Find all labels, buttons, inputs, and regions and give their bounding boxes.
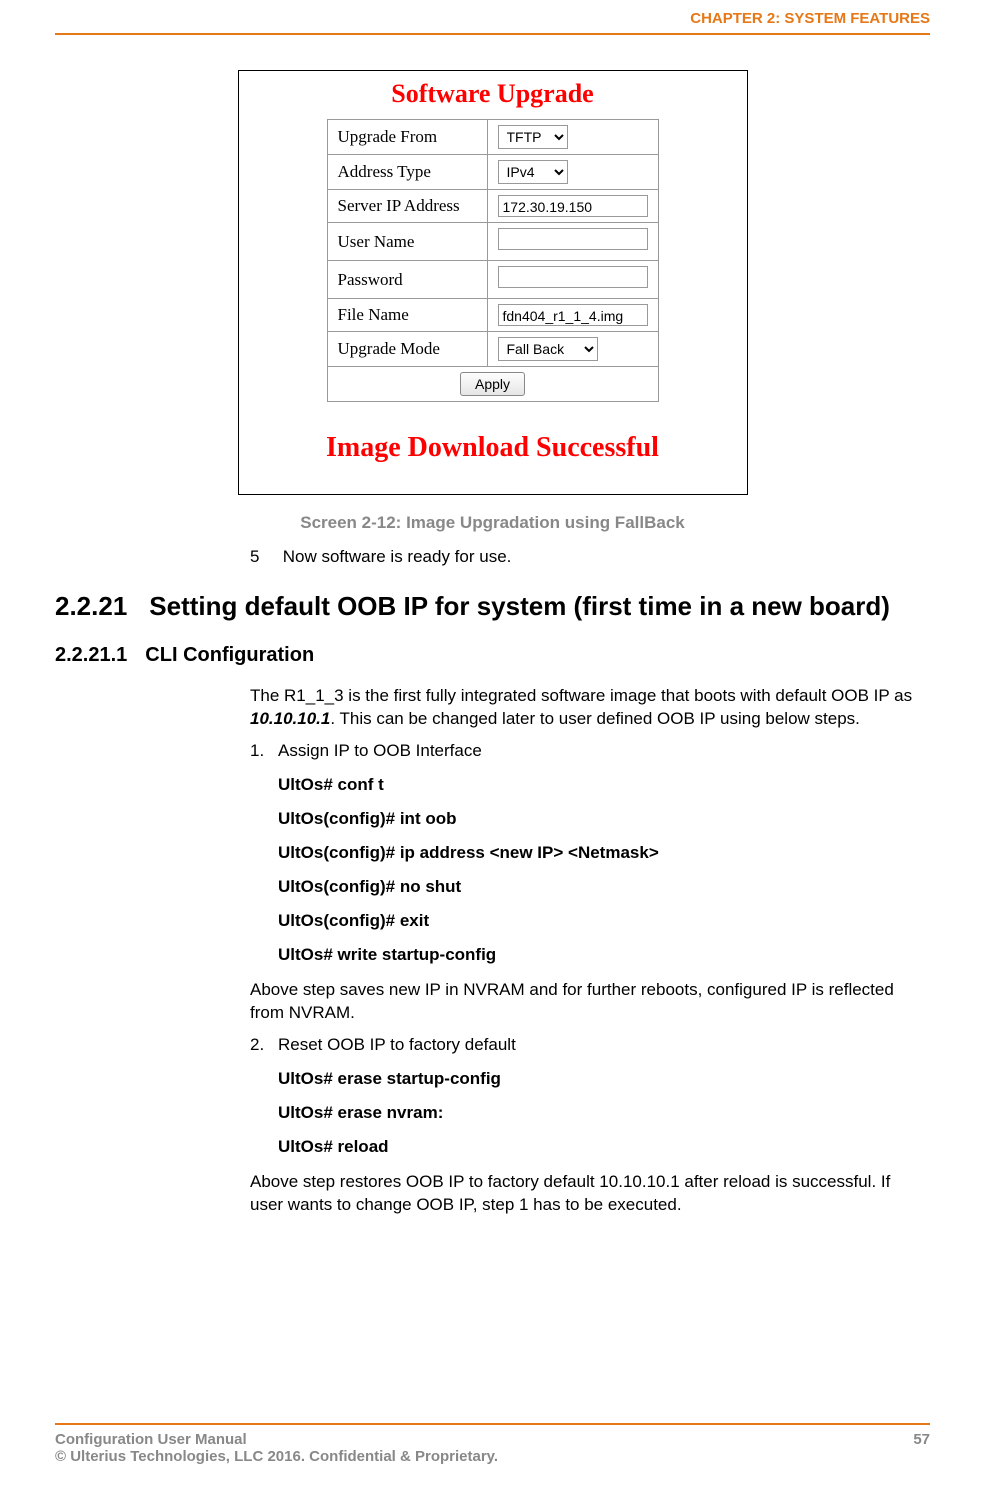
select-address-type[interactable]: IPv4 <box>498 160 568 184</box>
software-upgrade-title: Software Upgrade <box>239 71 747 119</box>
page-footer: Configuration User Manual 57 © Ulterius … <box>55 1423 930 1465</box>
subsection-title: CLI Configuration <box>145 644 314 666</box>
row-apply: Apply <box>327 367 658 402</box>
row-address-type: Address Type IPv4 <box>327 155 658 190</box>
cli-block-1: UltOs# conf t UltOs(config)# int oob Ult… <box>278 775 920 965</box>
footer-rule <box>55 1423 930 1425</box>
list-2-text: Reset OOB IP to factory default <box>278 1035 516 1054</box>
section-heading: 2.2.21 Setting default OOB IP for system … <box>55 591 930 622</box>
input-password[interactable] <box>498 266 648 288</box>
row-server-ip: Server IP Address 172.30.19.150 <box>327 190 658 223</box>
cli-line: UltOs(config)# ip address <new IP> <Netm… <box>278 843 920 863</box>
section-number: 2.2.21 <box>55 591 127 622</box>
input-user-name[interactable] <box>498 228 648 250</box>
label-password: Password <box>327 261 487 299</box>
list-1-number: 1. <box>250 741 278 761</box>
label-upgrade-from: Upgrade From <box>327 120 487 155</box>
row-password: Password <box>327 261 658 299</box>
apply-button[interactable]: Apply <box>460 372 525 396</box>
cli-line: UltOs# erase startup-config <box>278 1069 920 1089</box>
paragraph-restore: Above step restores OOB IP to factory de… <box>250 1171 920 1217</box>
cli-block-2: UltOs# erase startup-config UltOs# erase… <box>278 1069 920 1157</box>
cli-line: UltOs(config)# int oob <box>278 809 920 829</box>
row-upgrade-from: Upgrade From TFTP <box>327 120 658 155</box>
intro-text-b: . This can be changed later to user defi… <box>330 709 860 728</box>
upgrade-form-table: Upgrade From TFTP Address Type IPv4 Serv… <box>327 119 659 402</box>
row-upgrade-mode: Upgrade Mode Fall Back <box>327 332 658 367</box>
step-5-text: Now software is ready for use. <box>283 547 512 566</box>
intro-paragraph: The R1_1_3 is the first fully integrated… <box>250 685 920 731</box>
label-address-type: Address Type <box>327 155 487 190</box>
figure-caption: Screen 2-12: Image Upgradation using Fal… <box>55 513 930 533</box>
cli-line: UltOs# write startup-config <box>278 945 920 965</box>
footer-doc-title: Configuration User Manual <box>55 1431 247 1448</box>
list-2-number: 2. <box>250 1035 278 1055</box>
label-upgrade-mode: Upgrade Mode <box>327 332 487 367</box>
footer-page-number: 57 <box>913 1431 930 1448</box>
download-success-message: Image Download Successful <box>239 402 747 474</box>
input-server-ip[interactable]: 172.30.19.150 <box>498 195 648 217</box>
label-server-ip: Server IP Address <box>327 190 487 223</box>
chapter-header: CHAPTER 2: SYSTEM FEATURES <box>55 10 930 35</box>
cli-line: UltOs# erase nvram: <box>278 1103 920 1123</box>
input-file-name[interactable]: fdn404_r1_1_4.img <box>498 304 648 326</box>
section-title: Setting default OOB IP for system (first… <box>149 591 890 621</box>
default-ip: 10.10.10.1 <box>250 709 330 728</box>
list-1-text: Assign IP to OOB Interface <box>278 741 482 760</box>
list-item-2: 2.Reset OOB IP to factory default <box>250 1035 920 1055</box>
subsection-number: 2.2.21.1 <box>55 644 127 667</box>
list-item-1: 1.Assign IP to OOB Interface <box>250 741 920 761</box>
step-5: 5 Now software is ready for use. <box>250 547 920 567</box>
cli-line: UltOs(config)# exit <box>278 911 920 931</box>
screenshot-container: Software Upgrade Upgrade From TFTP Addre… <box>238 70 748 495</box>
row-user-name: User Name <box>327 223 658 261</box>
subsection-heading: 2.2.21.1 CLI Configuration <box>55 644 930 667</box>
footer-copyright: © Ulterius Technologies, LLC 2016. Confi… <box>55 1448 498 1465</box>
select-upgrade-mode[interactable]: Fall Back <box>498 337 598 361</box>
select-upgrade-from[interactable]: TFTP <box>498 125 568 149</box>
intro-text-a: The R1_1_3 is the first fully integrated… <box>250 686 912 705</box>
cli-line: UltOs(config)# no shut <box>278 877 920 897</box>
step-5-number: 5 <box>250 547 278 567</box>
cli-line: UltOs# reload <box>278 1137 920 1157</box>
cli-line: UltOs# conf t <box>278 775 920 795</box>
paragraph-nvram: Above step saves new IP in NVRAM and for… <box>250 979 920 1025</box>
label-user-name: User Name <box>327 223 487 261</box>
label-file-name: File Name <box>327 299 487 332</box>
row-file-name: File Name fdn404_r1_1_4.img <box>327 299 658 332</box>
